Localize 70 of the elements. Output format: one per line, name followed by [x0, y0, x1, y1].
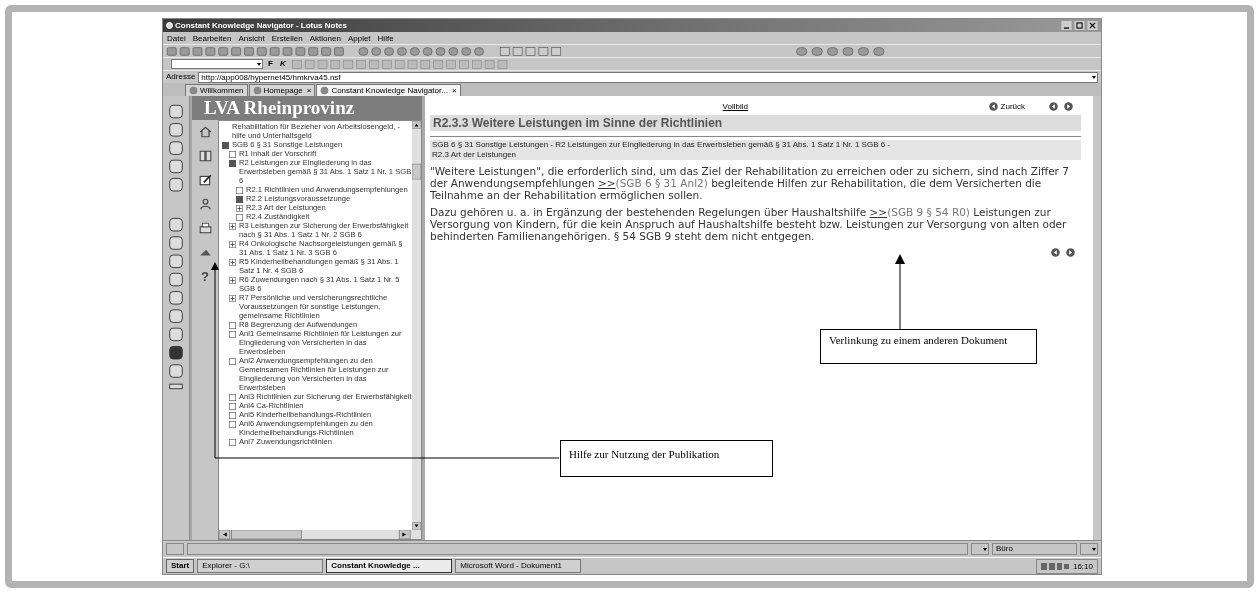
expand-icon[interactable] [229, 223, 236, 230]
bold-button[interactable]: F [266, 59, 275, 69]
previous-icon[interactable] [1051, 248, 1060, 257]
callout-box: Hilfe zur Nutzung der Publikation [560, 440, 773, 477]
expand-icon[interactable] [229, 241, 236, 248]
book-icon[interactable] [198, 150, 212, 162]
document-link[interactable]: >>(SGB 6 § 31 Anl2) [597, 177, 708, 189]
tab-close-button[interactable]: × [306, 85, 312, 96]
document-link[interactable]: >>(SGB 9 § 54 R0) [869, 206, 970, 218]
menu-item[interactable]: Applet [347, 32, 371, 44]
publication-header: LVA Rheinprovinz [192, 96, 422, 120]
document-icon [236, 214, 243, 221]
bookmark-icons-drawing[interactable] [168, 102, 184, 392]
taskbar-button[interactable]: Constant Knowledge ... [326, 559, 453, 573]
body-paragraph: Dazu gehören u. a. in Ergänzung der bestehenden Regelungen über Haushaltshilfe >>(SGB 9 § 54 R0) Leistungen zur Versorgung von Kindern, für die kein Anspruch auf Haushaltshilfe besteht bzw. Leistungen zur Versorgung von alten oder behinderten Familienangehörigen. § 54 SGB 9 steht dem nicht entgegen. [430, 206, 1068, 242]
menu-item[interactable]: Aktionen [309, 32, 341, 44]
menu-item[interactable]: Hilfe [377, 32, 394, 44]
style-dropdown[interactable] [171, 59, 263, 69]
printer-icon[interactable] [198, 222, 212, 234]
browser-tab[interactable]: Willkommen [185, 84, 248, 96]
body-paragraph: "Weitere Leistungen", die erforderlich sind, um das Ziel der Rehabilitation zu erreichen oder zu sichern, sind nach Ziffer 7 der Anwendungsempfehlungen >>(SGB 6 § 31 Anl2) begleitende Hilfen zur Rehabilitation, die dem Versicherten die Teilnahme an der Rehabilitation ermöglichen sollen. [430, 165, 1070, 201]
document-heading: R2.3.3 Weitere Leistungen im Sinne der Richtlinien [430, 115, 1081, 132]
callout-box: Verlinkung zu einem anderen Dokument [820, 329, 1037, 364]
status-field [166, 543, 184, 555]
breadcrumb-text: SGB 6 § 31 Sonstige Leistungen - R2 Leistungen zur Eingliederung in das Erwerbsleben gemäß § 31 Abs. 1 Satz 1 Nr. 1 SGB 6 - [430, 140, 1081, 150]
taskbar-button[interactable]: Explorer - G:\ [197, 559, 324, 573]
start-button[interactable]: Start [166, 559, 195, 573]
address-field[interactable]: http://app008/hypernet45/hmkrva45.nsf [198, 71, 1098, 83]
menu-item[interactable]: Bearbeiten [192, 32, 232, 44]
minimize-icon[interactable] [1061, 21, 1072, 30]
vertical-scrollbar[interactable] [412, 121, 421, 530]
globe-icon [320, 86, 330, 95]
back-link[interactable]: Zurück [988, 102, 1025, 111]
maximize-icon[interactable] [1074, 21, 1085, 30]
menu-item[interactable]: Ansicht [238, 32, 265, 44]
italic-button[interactable]: K [277, 59, 288, 69]
globe-icon [252, 86, 262, 95]
expand-icon[interactable] [229, 295, 236, 302]
expand-icon[interactable] [229, 259, 236, 266]
window-title: Constant Knowledge Navigator - Lotus Notes [175, 20, 347, 32]
document-icon [229, 358, 236, 365]
signal-dropdown[interactable] [971, 543, 989, 555]
edit-icon[interactable] [198, 174, 212, 186]
clock: 16:10 [1072, 560, 1093, 572]
mail-dropdown[interactable] [1080, 543, 1098, 555]
breadcrumb-text: R2.3 Art der Leistungen [430, 150, 1081, 160]
menu-item[interactable]: Erstellen [271, 32, 303, 44]
taskbar-button[interactable]: Microsoft Word - Dokument1 [455, 559, 582, 573]
document-icon [229, 439, 236, 446]
expand-icon[interactable] [236, 205, 243, 212]
close-icon[interactable] [1087, 21, 1098, 30]
globe-icon [189, 86, 198, 95]
previous-icon[interactable] [1049, 102, 1058, 111]
help-question-button[interactable]: ? [201, 270, 209, 283]
home-icon[interactable] [198, 126, 212, 138]
person-icon[interactable] [198, 198, 212, 210]
fullscreen-link[interactable]: Vollbild [722, 102, 748, 111]
horizontal-scrollbar[interactable] [219, 530, 421, 539]
expand-icon[interactable] [229, 277, 236, 284]
next-icon[interactable] [1064, 102, 1073, 111]
location-dropdown[interactable]: Büro [992, 543, 1077, 555]
tray-icons-drawing[interactable] [1040, 562, 1069, 570]
address-label: Adresse [166, 72, 196, 82]
app-icon [166, 22, 173, 29]
next-icon[interactable] [1066, 248, 1075, 257]
tab-close-button[interactable]: × [451, 85, 457, 96]
menu-item[interactable]: Datei [167, 32, 186, 44]
back-arrow-icon [988, 102, 998, 111]
browser-tab[interactable]: Homepage × [248, 84, 316, 96]
browser-tab[interactable]: Constant Knowledge Navigator... × [316, 84, 461, 96]
